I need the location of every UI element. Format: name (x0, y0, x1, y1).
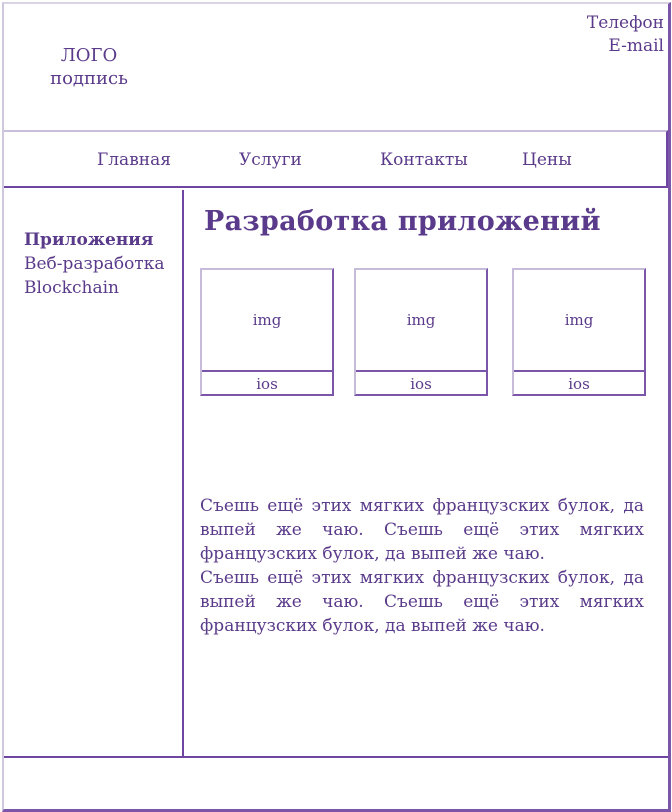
nav-item-home[interactable]: Главная (97, 150, 171, 170)
description-text: Съешь ещё этих мягких французских булок,… (200, 494, 644, 638)
paragraph: Съешь ещё этих мягких французских булок,… (200, 568, 644, 636)
card-image-placeholder: img (514, 270, 644, 372)
app-card[interactable]: img ios (512, 268, 646, 396)
page-title: Разработка приложений (204, 206, 601, 237)
app-card[interactable]: img ios (354, 268, 488, 396)
logo-text: ЛОГО (60, 45, 118, 66)
nav-item-services[interactable]: Услуги (239, 150, 302, 170)
email-link[interactable]: E-mail (587, 35, 664, 58)
card-image-placeholder: img (202, 270, 332, 372)
card-label: ios (256, 375, 278, 393)
footer (4, 756, 668, 811)
main-nav: Главная Услуги Контакты Цены (4, 130, 668, 188)
main-content: Разработка приложений img ios img ios im… (184, 190, 668, 756)
sidebar: Приложения Веб-разработка Blockchain (4, 190, 184, 756)
logo-caption: подпись (50, 68, 128, 89)
header: ЛОГО подпись Телефон E-mail (4, 4, 668, 130)
paragraph: Съешь ещё этих мягких французских булок,… (200, 496, 644, 564)
sidebar-item-apps[interactable]: Приложения (24, 230, 153, 250)
nav-item-prices[interactable]: Цены (522, 150, 572, 170)
card-label: ios (568, 375, 590, 393)
page-frame: ЛОГО подпись Телефон E-mail Главная Услу… (2, 2, 671, 812)
card-label: ios (410, 375, 432, 393)
card-image-placeholder: img (356, 270, 486, 372)
phone-link[interactable]: Телефон (587, 12, 664, 35)
app-card[interactable]: img ios (200, 268, 334, 396)
logo[interactable]: ЛОГО подпись (34, 44, 144, 90)
nav-item-contacts[interactable]: Контакты (380, 150, 468, 170)
sidebar-item-blockchain[interactable]: Blockchain (24, 278, 119, 298)
sidebar-item-web[interactable]: Веб-разработка (24, 254, 164, 274)
contact-info: Телефон E-mail (587, 12, 664, 58)
